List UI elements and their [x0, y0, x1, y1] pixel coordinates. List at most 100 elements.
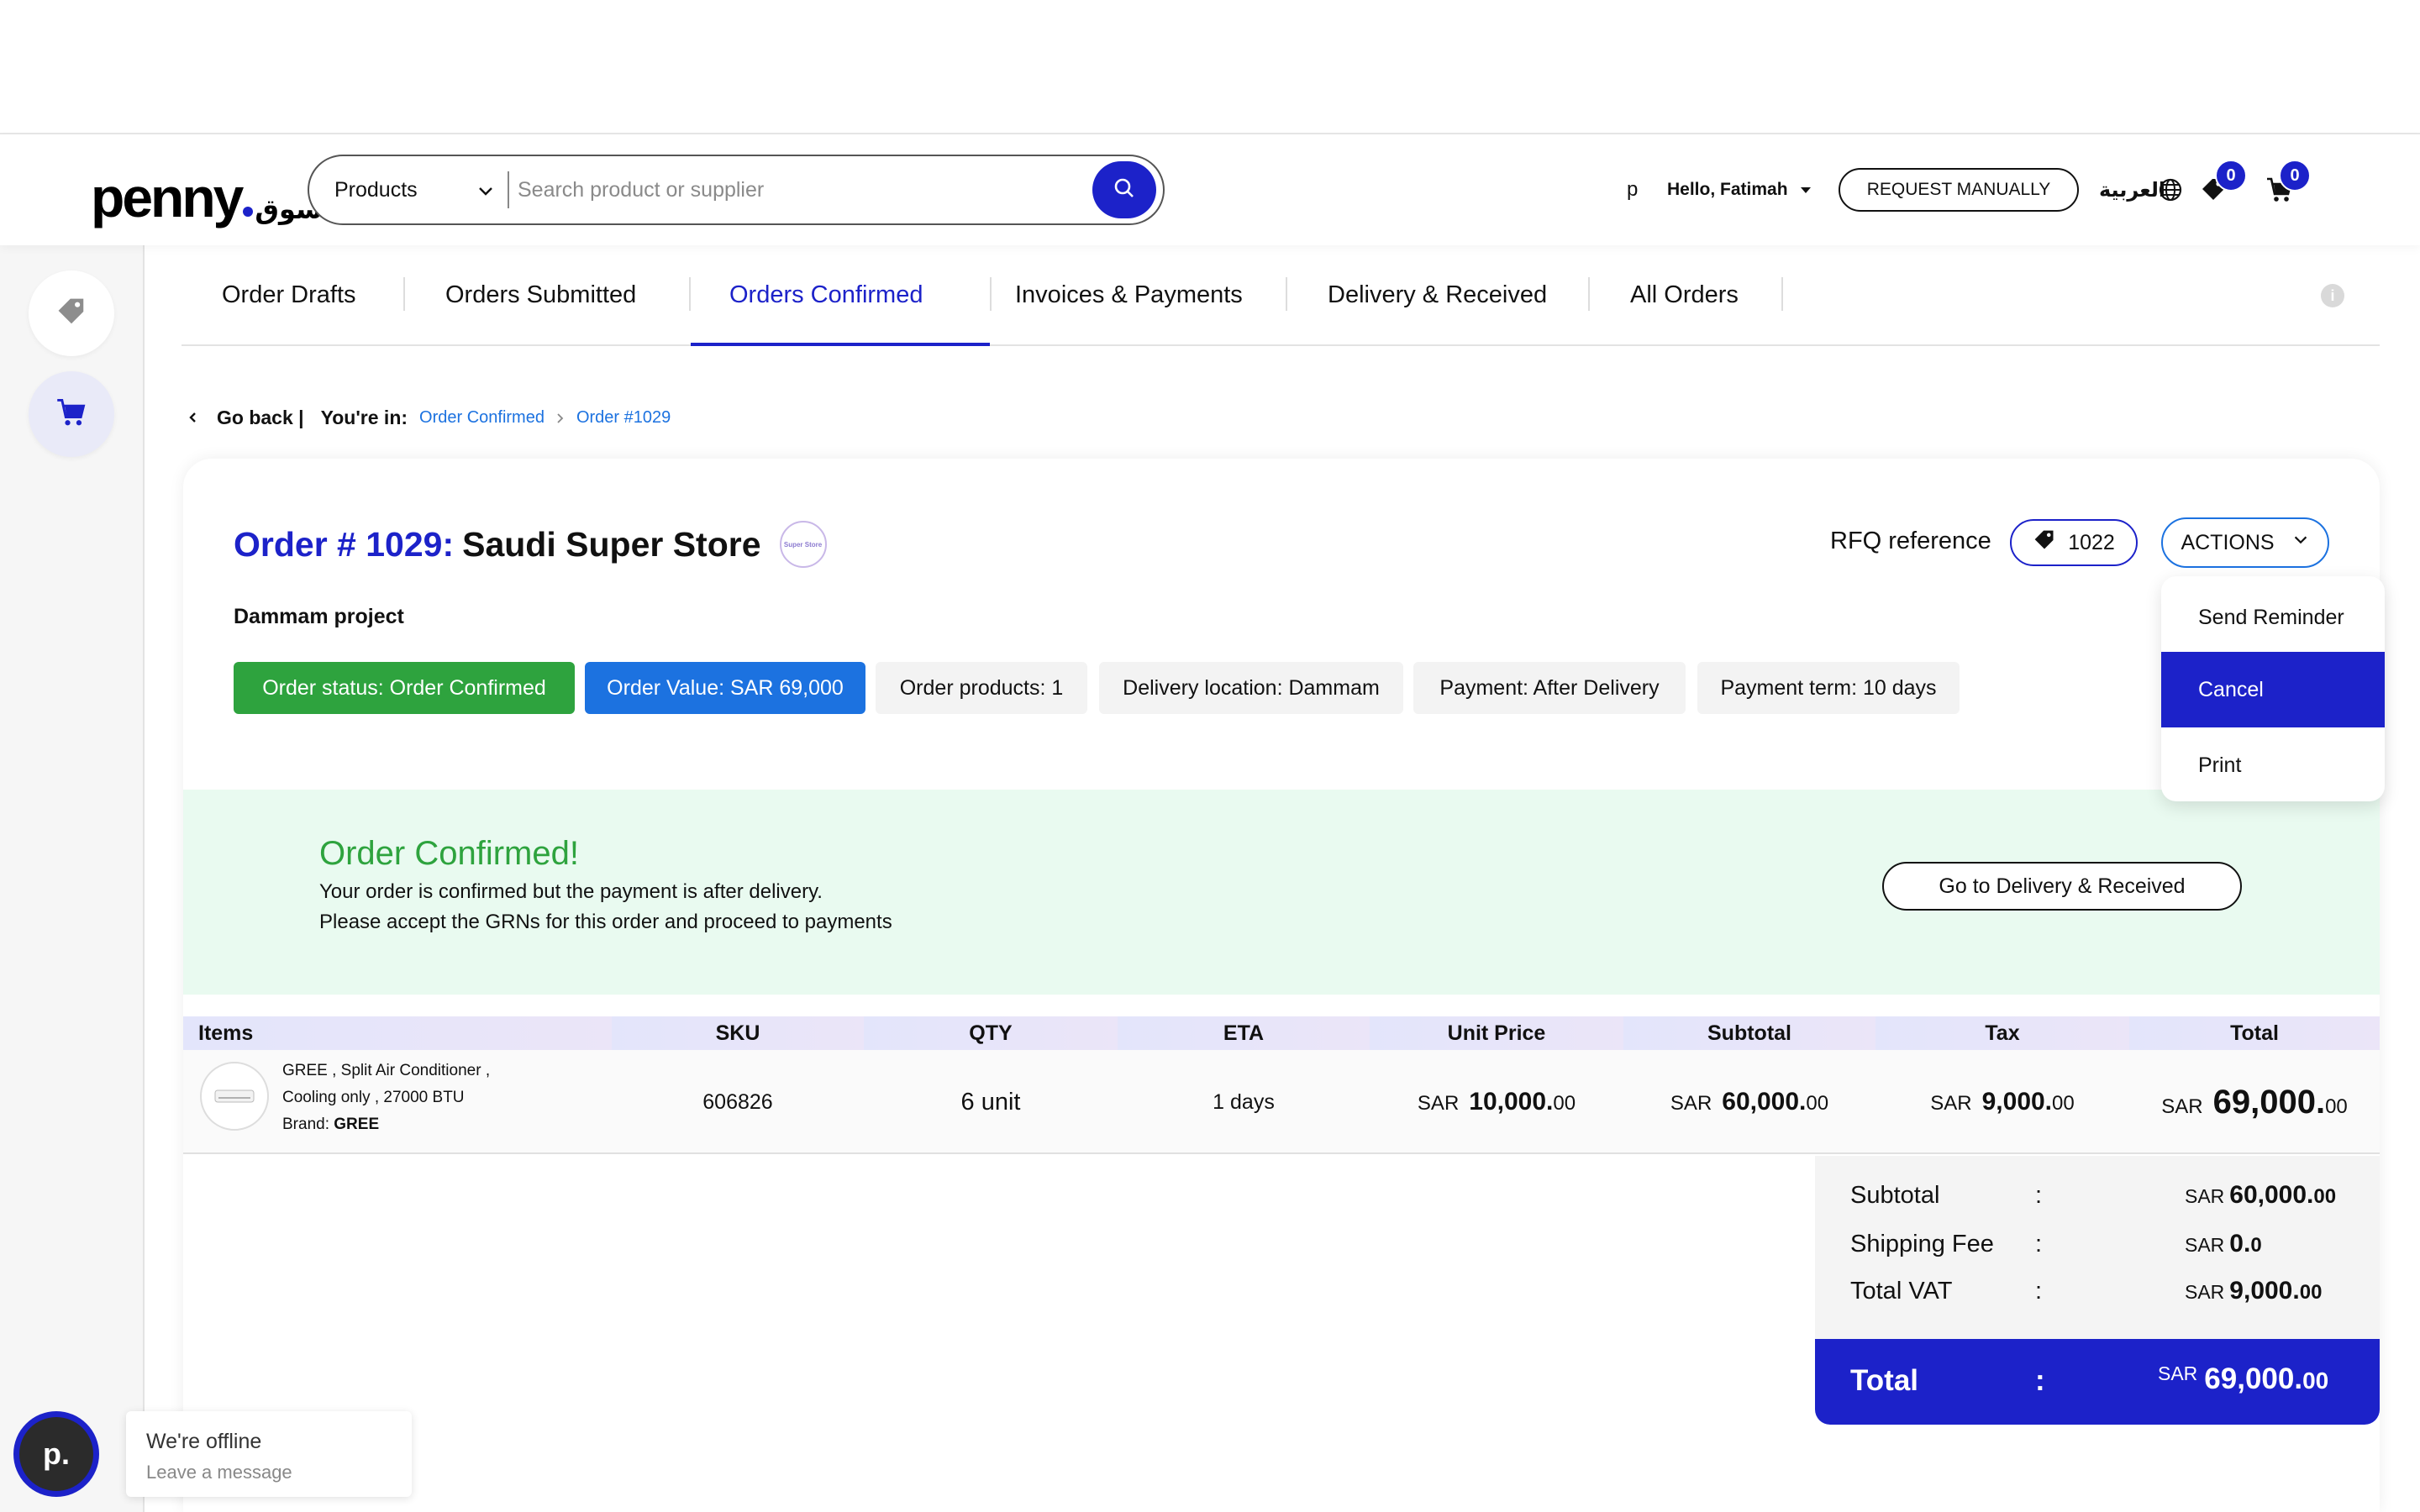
unit-price-cell: SAR 10,000.00 — [1370, 1050, 1623, 1154]
column-header-sku: SKU — [612, 1016, 864, 1050]
subtotal-int: 60,000. — [1722, 1088, 1807, 1116]
tab-order-drafts[interactable]: Order Drafts — [222, 245, 356, 344]
currency-label: SAR — [1930, 1092, 1972, 1115]
actions-dropdown: Send Reminder Cancel Print — [2161, 576, 2385, 801]
column-header-tax: Tax — [1876, 1016, 2129, 1050]
chat-leave-message: Leave a message — [146, 1462, 292, 1483]
breadcrumb-order-number[interactable]: Order #1029 — [576, 408, 671, 428]
menu-item-send-reminder[interactable]: Send Reminder — [2161, 580, 2385, 655]
brand-label: Brand: — [282, 1116, 329, 1133]
unit-price-int: 10,000. — [1469, 1088, 1554, 1116]
chat-offline-card[interactable]: We're offline Leave a message — [126, 1411, 412, 1497]
order-tabs: Order Drafts Orders Submitted Orders Con… — [182, 245, 2380, 346]
chevron-down-icon — [2291, 531, 2310, 555]
summary-subtotal-int: 60,000. — [2229, 1181, 2314, 1209]
tax-cell: SAR 9,000.00 — [1876, 1050, 2129, 1154]
column-header-total: Total — [2129, 1016, 2380, 1050]
banner-message-line2: Please accept the GRNs for this order an… — [319, 911, 892, 933]
summary-vat-row: Total VAT : SAR 9,000.00 — [1850, 1277, 2363, 1305]
currency-label: SAR — [2185, 1185, 2225, 1207]
breadcrumb-order-confirmed[interactable]: Order Confirmed — [419, 408, 544, 428]
tab-divider — [403, 277, 405, 311]
eta-cell: 1 days — [1213, 1089, 1275, 1114]
wishlist-badge: 0 — [2215, 160, 2247, 192]
chat-launcher-button[interactable]: p. — [13, 1411, 99, 1497]
tab-divider — [1286, 277, 1287, 311]
caret-down-icon[interactable] — [1798, 134, 1813, 245]
search-category-select[interactable]: Products — [309, 156, 508, 223]
menu-item-print[interactable]: Print — [2161, 727, 2385, 801]
go-to-delivery-button[interactable]: Go to Delivery & Received — [1882, 862, 2242, 911]
items-table-header: Items SKU QTY ETA Unit Price Subtotal Ta… — [183, 1016, 2380, 1050]
payment-term-chip: Payment term: 10 days — [1697, 662, 1960, 714]
chat-status: We're offline — [146, 1430, 262, 1453]
tab-divider — [689, 277, 691, 311]
request-manually-button[interactable]: REQUEST MANUALLY — [1839, 168, 2079, 212]
total-int: 69,000. — [2212, 1083, 2326, 1121]
back-arrow-icon[interactable] — [187, 407, 200, 429]
summary-colon: : — [2035, 1364, 2045, 1397]
tab-delivery-received[interactable]: Delivery & Received — [1328, 245, 1547, 344]
user-greeting[interactable]: Hello, Fatimah — [1667, 134, 1788, 245]
tab-all-orders[interactable]: All Orders — [1630, 245, 1739, 344]
search-button[interactable] — [1092, 161, 1156, 218]
tax-int: 9,000. — [1981, 1088, 2053, 1116]
summary-total-int: 69,000. — [2204, 1362, 2303, 1395]
summary-subtotal-row: Subtotal : SAR 60,000.00 — [1850, 1181, 2363, 1210]
rfq-reference-chip[interactable]: 1022 — [2010, 519, 2138, 566]
active-tab-indicator — [691, 343, 990, 346]
summary-subtotal-label: Subtotal — [1850, 1182, 1940, 1209]
chat-avatar: p. — [19, 1417, 93, 1491]
summary-total-label: Total — [1850, 1364, 1919, 1397]
penny-logo[interactable]: penny سوق — [91, 158, 323, 225]
summary-total-dec: 00 — [2302, 1368, 2329, 1394]
tab-orders-confirmed[interactable]: Orders Confirmed — [729, 245, 923, 344]
column-header-items: Items — [183, 1016, 612, 1050]
breadcrumb: Go back | You're in: Order Confirmed Ord… — [187, 405, 671, 430]
actions-button[interactable]: ACTIONS — [2161, 517, 2329, 568]
project-name: Dammam project — [234, 605, 404, 628]
search-bar: Products — [308, 155, 1165, 225]
search-input[interactable] — [509, 156, 1092, 223]
globe-icon[interactable] — [2158, 134, 2183, 245]
tab-invoices-payments[interactable]: Invoices & Payments — [1015, 245, 1243, 344]
info-icon[interactable]: i — [2321, 284, 2344, 307]
product-image — [200, 1062, 269, 1131]
header: penny سوق Products p Hello, Fatimah REQU… — [0, 134, 2420, 245]
sku-cell: 606826 — [702, 1089, 773, 1114]
summary-vat-int: 9,000. — [2229, 1277, 2300, 1305]
currency-label: SAR — [2161, 1095, 2203, 1118]
sidebar-item-rfq[interactable] — [29, 270, 114, 356]
subtotal-dec: 00 — [1806, 1092, 1829, 1115]
rfq-label: RFQ reference — [1830, 528, 1991, 554]
tag-icon — [55, 296, 87, 332]
summary-colon: : — [2035, 1231, 2043, 1257]
store-name[interactable]: Saudi Super Store — [462, 525, 760, 564]
chevron-down-icon — [476, 181, 496, 207]
search-category-label: Products — [334, 177, 418, 202]
table-row[interactable]: GREE , Split Air Conditioner , Cooling o… — [183, 1050, 2380, 1154]
sidebar-item-orders[interactable] — [29, 371, 114, 457]
banner-message-line1: Your order is confirmed but the payment … — [319, 880, 823, 903]
order-products-chip: Order products: 1 — [876, 662, 1087, 714]
go-back-link[interactable]: Go back | — [217, 407, 304, 429]
summary-vat-label: Total VAT — [1850, 1278, 1953, 1305]
tab-divider — [1781, 277, 1783, 311]
summary-total-bar: Total : SAR 69,000.00 — [1815, 1339, 2380, 1425]
logo-text: penny — [91, 166, 244, 228]
order-value-chip: Order Value: SAR 69,000 — [585, 662, 865, 714]
delivery-location-chip: Delivery location: Dammam — [1099, 662, 1403, 714]
language-switch[interactable]: العربية — [2099, 134, 2165, 245]
summary-vat-dec: 00 — [2299, 1281, 2323, 1304]
currency-label: SAR — [2185, 1234, 2225, 1256]
menu-item-cancel[interactable]: Cancel — [2161, 652, 2385, 727]
total-dec: 00 — [2325, 1095, 2348, 1118]
column-header-eta: ETA — [1118, 1016, 1370, 1050]
column-header-qty: QTY — [864, 1016, 1118, 1050]
tab-orders-submitted[interactable]: Orders Submitted — [445, 245, 636, 344]
summary-colon: : — [2035, 1278, 2043, 1305]
column-header-unit-price: Unit Price — [1370, 1016, 1623, 1050]
store-logo: Super Store — [779, 521, 827, 568]
rfq-value: 1022 — [2068, 530, 2115, 554]
wishlist-tag-icon[interactable] — [2200, 134, 2227, 245]
